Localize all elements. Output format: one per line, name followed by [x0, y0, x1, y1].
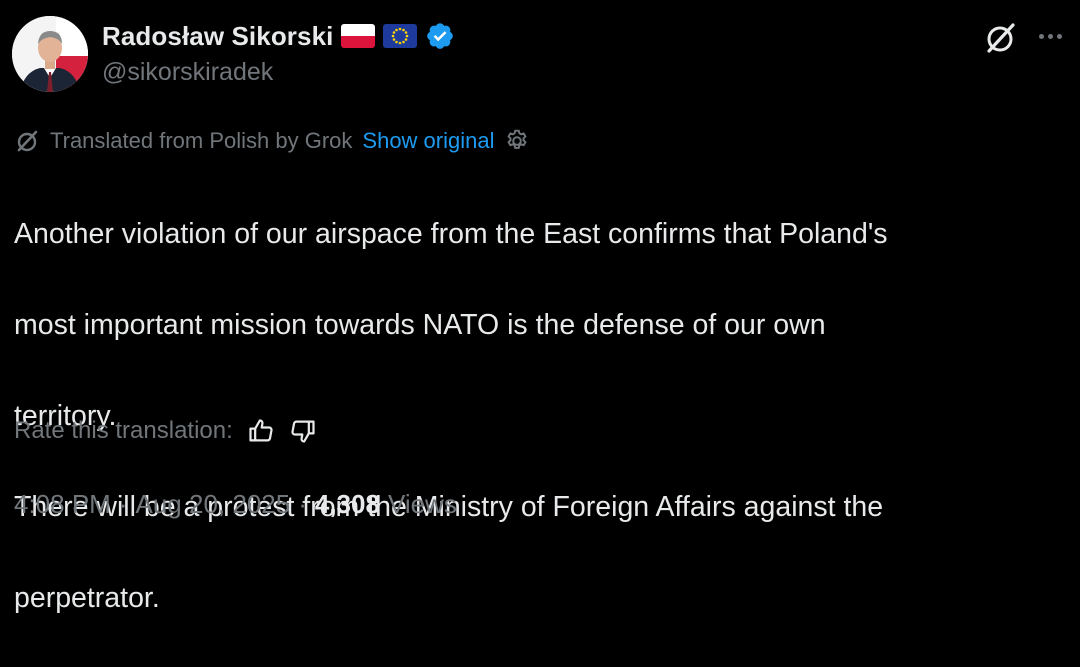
show-original-link[interactable]: Show original — [362, 128, 494, 154]
flag-poland-icon — [341, 24, 376, 48]
meta-separator: · — [118, 488, 128, 519]
translation-notice-row: Translated from Polish by Grok Show orig… — [14, 124, 530, 158]
grok-icon[interactable] — [982, 20, 1018, 56]
verified-badge-icon[interactable] — [425, 21, 455, 51]
meta-separator: · — [298, 488, 307, 519]
flag-eu-icon — [383, 24, 418, 48]
tweet-time[interactable]: 4:08 PM — [14, 489, 111, 520]
more-options-icon[interactable] — [1034, 20, 1066, 52]
grok-small-icon — [14, 128, 40, 154]
views-count: 4,308 — [314, 488, 380, 519]
tweet-line: perpetrator. — [14, 581, 160, 614]
views-label: Views — [387, 488, 457, 519]
avatar[interactable] — [12, 16, 88, 92]
tweet-date[interactable]: Aug 20, 2025 — [136, 489, 291, 520]
more-dot — [1056, 33, 1062, 39]
tweet-line: most important mission towards NATO is t… — [14, 308, 826, 341]
author-display-name[interactable]: Radosław Sikorski — [102, 21, 333, 52]
translation-settings-gear-icon[interactable] — [504, 128, 530, 154]
author-name-row: Radosław Sikorski — [102, 18, 455, 54]
tweet-line: Another violation of our airspace from t… — [14, 217, 888, 250]
rate-translation-row: Rate this translation: — [14, 412, 317, 450]
tweet-meta-row: 4:08 PM · Aug 20, 2025 · 4,308 Views — [14, 484, 457, 524]
thumbs-up-icon[interactable] — [247, 417, 275, 445]
more-dot — [1038, 33, 1044, 39]
translation-notice-text: Translated from Polish by Grok — [50, 128, 353, 153]
more-dot — [1047, 33, 1053, 39]
rate-translation-label: Rate this translation: — [14, 417, 233, 444]
author-handle[interactable]: @sikorskiradek — [102, 58, 273, 87]
avatar-image — [12, 16, 88, 92]
thumbs-down-icon[interactable] — [289, 417, 317, 445]
